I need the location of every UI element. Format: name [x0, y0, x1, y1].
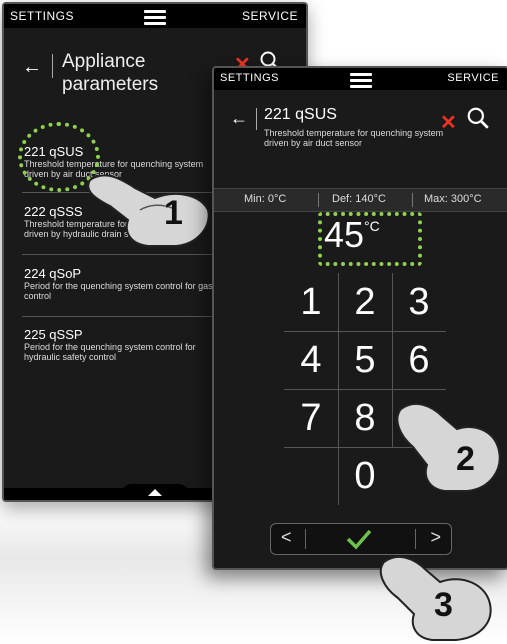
- min-limit: Min: 0°C: [244, 193, 287, 205]
- key-2[interactable]: 2: [338, 273, 392, 331]
- callout-number-1: 1: [164, 194, 183, 232]
- settings-tab[interactable]: SETTINGS: [10, 9, 74, 23]
- next-button[interactable]: >: [430, 527, 441, 548]
- key-1[interactable]: 1: [284, 273, 338, 331]
- key-3[interactable]: 3: [392, 273, 446, 331]
- close-icon[interactable]: ✕: [440, 110, 457, 135]
- list-item-224[interactable]: 224 qSoP Period for the quenching system…: [24, 266, 224, 301]
- parameter-code: 221 qSUS: [264, 106, 337, 123]
- back-arrow-icon[interactable]: ←: [22, 56, 42, 79]
- checkmark-icon[interactable]: [345, 527, 373, 551]
- key-7[interactable]: 7: [284, 389, 338, 447]
- bottom-tab[interactable]: [120, 484, 190, 500]
- key-8[interactable]: 8: [338, 389, 392, 447]
- hamburger-icon[interactable]: [349, 73, 372, 91]
- list-item-225[interactable]: 225 qSSP Period for the quenching system…: [24, 327, 224, 362]
- service-tab[interactable]: SERVICE: [242, 9, 298, 23]
- divider: [52, 54, 53, 78]
- keypad-grid-line: [284, 389, 446, 390]
- keypad-grid-line: [284, 331, 446, 332]
- key-4[interactable]: 4: [284, 331, 338, 389]
- finger-pointer-icon: [87, 174, 210, 247]
- max-limit: Max: 300°C: [424, 193, 482, 205]
- menu-tab[interactable]: [325, 68, 396, 91]
- callout-number-2: 2: [456, 440, 475, 478]
- highlight-rect: [318, 212, 422, 266]
- limits-bar: Min: 0°C Def: 140°C Max: 300°C: [214, 188, 507, 212]
- finger-pointer-icon: [396, 402, 501, 492]
- key-6[interactable]: 6: [392, 331, 446, 389]
- divider: [318, 193, 319, 207]
- settings-tab[interactable]: SETTINGS: [220, 72, 279, 84]
- divider: [415, 529, 416, 549]
- key-5[interactable]: 5: [338, 331, 392, 389]
- prev-button[interactable]: <: [281, 527, 292, 548]
- search-icon[interactable]: [466, 106, 490, 130]
- menu-tab[interactable]: [120, 4, 190, 28]
- top-bar: SETTINGS SERVICE: [4, 4, 306, 28]
- service-tab[interactable]: SERVICE: [447, 72, 499, 84]
- divider: [412, 193, 413, 207]
- key-0[interactable]: 0: [338, 447, 392, 505]
- parameter-description: Threshold temperature for quenching syst…: [264, 128, 444, 148]
- keypad-grid-line: [392, 273, 393, 447]
- list-divider: [22, 316, 222, 317]
- divider: [305, 529, 306, 549]
- hamburger-icon[interactable]: [144, 10, 166, 28]
- top-bar: SETTINGS SERVICE: [214, 68, 507, 90]
- page-title: Appliance parameters: [62, 51, 159, 95]
- chevron-up-icon[interactable]: [148, 489, 162, 496]
- callout-number-3: 3: [434, 586, 453, 624]
- back-arrow-icon[interactable]: ←: [230, 108, 248, 129]
- default-value: Def: 140°C: [332, 193, 386, 205]
- divider: [256, 108, 257, 130]
- list-divider: [22, 254, 222, 255]
